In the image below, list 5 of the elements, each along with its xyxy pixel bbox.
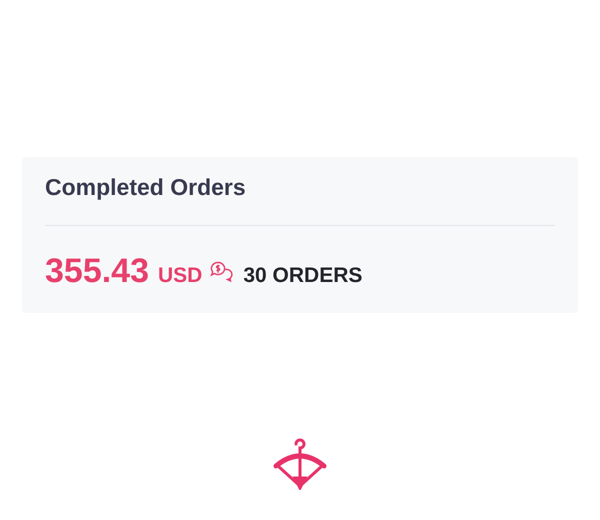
hanger-bow-icon <box>273 436 327 490</box>
amount-value: 355.43 <box>45 252 149 291</box>
orders-count: 30 ORDERS <box>243 264 362 288</box>
card-title: Completed Orders <box>45 173 247 202</box>
currency-label: USD <box>158 264 202 288</box>
